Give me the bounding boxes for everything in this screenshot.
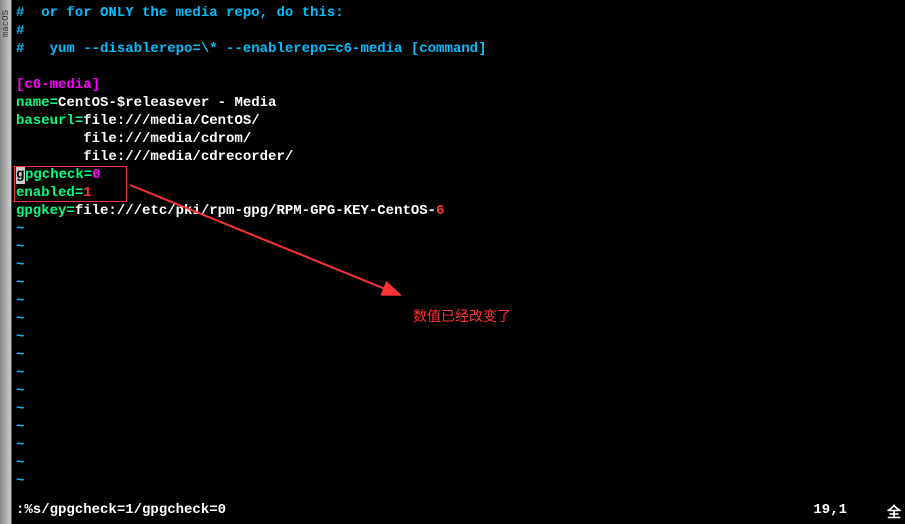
empty-line: ~ <box>16 382 905 400</box>
code-line: name=CentOS-$releasever - Media <box>16 94 905 112</box>
empty-line: ~ <box>16 220 905 238</box>
vim-status-bar: :%s/gpgcheck=1/gpgcheck=0 19,1 全 <box>16 502 901 522</box>
empty-line: ~ <box>16 364 905 382</box>
code-line: # <box>16 22 905 40</box>
command-line: :%s/gpgcheck=1/gpgcheck=0 <box>16 502 226 522</box>
empty-line: ~ <box>16 418 905 436</box>
empty-line: ~ <box>16 400 905 418</box>
code-line: # yum --disablerepo=\* --enablerepo=c6-m… <box>16 40 905 58</box>
code-line: gpgcheck=0 <box>16 166 905 184</box>
code-line: gpgkey=file:///etc/pki/rpm-gpg/RPM-GPG-K… <box>16 202 905 220</box>
empty-line: ~ <box>16 238 905 256</box>
code-line: file:///media/cdrecorder/ <box>16 148 905 166</box>
empty-line: ~ <box>16 436 905 454</box>
sidebar-label: macOS <box>1 10 11 37</box>
empty-line: ~ <box>16 256 905 274</box>
os-sidebar: macOS <box>0 0 12 524</box>
code-line: baseurl=file:///media/CentOS/ <box>16 112 905 130</box>
annotation-text: 数值已经改变了 <box>413 306 511 326</box>
cursor: g <box>16 166 25 184</box>
code-line: [c6-media] <box>16 76 905 94</box>
code-line: file:///media/cdrom/ <box>16 130 905 148</box>
empty-line: ~ <box>16 274 905 292</box>
code-line: # or for ONLY the media repo, do this: <box>16 4 905 22</box>
code-line: enabled=1 <box>16 184 905 202</box>
empty-line: ~ <box>16 454 905 472</box>
empty-line: ~ <box>16 328 905 346</box>
empty-line: ~ <box>16 472 905 490</box>
scroll-indicator: 全 <box>887 502 901 522</box>
cursor-position: 19,1 <box>813 502 847 522</box>
code-line <box>16 58 905 76</box>
terminal-editor[interactable]: # or for ONLY the media repo, do this: #… <box>12 0 905 524</box>
empty-line: ~ <box>16 346 905 364</box>
